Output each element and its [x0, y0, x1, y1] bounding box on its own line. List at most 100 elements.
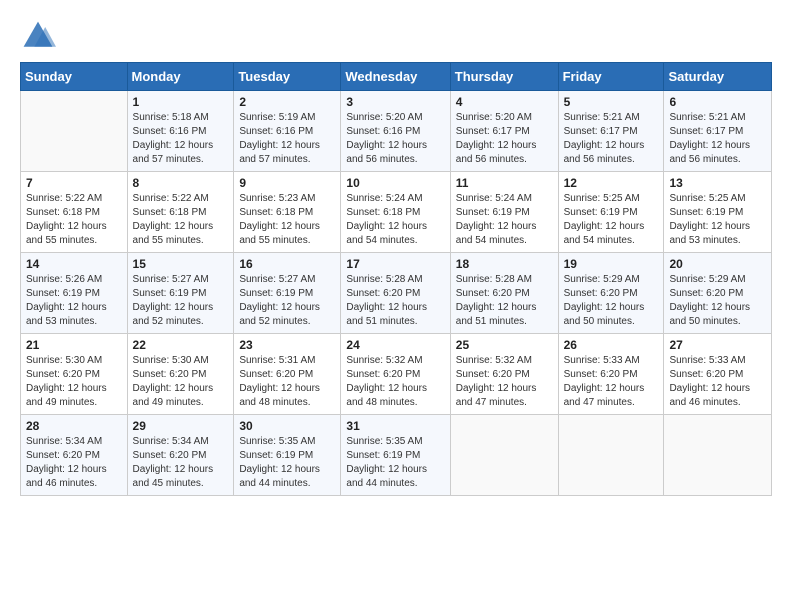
- day-number: 23: [239, 338, 335, 352]
- day-info: Sunrise: 5:29 AM Sunset: 6:20 PM Dayligh…: [669, 273, 766, 329]
- day-number: 19: [564, 257, 659, 271]
- day-cell: 16 Sunrise: 5:27 AM Sunset: 6:19 PM Dayli…: [234, 253, 341, 334]
- day-info: Sunrise: 5:22 AM Sunset: 6:18 PM Dayligh…: [26, 192, 122, 248]
- day-number: 5: [564, 95, 659, 109]
- day-number: 7: [26, 176, 122, 190]
- day-cell: 5 Sunrise: 5:21 AM Sunset: 6:17 PM Daylig…: [558, 91, 664, 172]
- day-number: 12: [564, 176, 659, 190]
- day-cell: 25 Sunrise: 5:32 AM Sunset: 6:20 PM Dayli…: [450, 334, 558, 415]
- day-info: Sunrise: 5:34 AM Sunset: 6:20 PM Dayligh…: [133, 435, 229, 491]
- week-row-2: 14Sunrise: 5:26 AM Sunset: 6:19 PM Dayli…: [21, 253, 772, 334]
- header-cell-sunday: Sunday: [21, 63, 128, 91]
- day-number: 4: [456, 95, 553, 109]
- header: [20, 18, 772, 54]
- day-info: Sunrise: 5:20 AM Sunset: 6:16 PM Dayligh…: [346, 111, 444, 167]
- day-cell: 7 Sunrise: 5:22 AM Sunset: 6:18 PM Daylig…: [21, 172, 128, 253]
- day-cell: 31 Sunrise: 5:35 AM Sunset: 6:19 PM Dayli…: [341, 415, 450, 496]
- day-info: Sunrise: 5:24 AM Sunset: 6:18 PM Dayligh…: [346, 192, 444, 248]
- day-cell: [664, 415, 772, 496]
- day-cell: 12Sunrise: 5:25 AM Sunset: 6:19 PM Dayli…: [558, 172, 664, 253]
- header-cell-saturday: Saturday: [664, 63, 772, 91]
- day-number: 11: [456, 176, 553, 190]
- day-info: Sunrise: 5:29 AM Sunset: 6:20 PM Dayligh…: [564, 273, 659, 329]
- calendar-body: 1 Sunrise: 5:18 AM Sunset: 6:16 PM Daylig…: [21, 91, 772, 496]
- week-row-4: 28 Sunrise: 5:34 AM Sunset: 6:20 PM Dayli…: [21, 415, 772, 496]
- day-cell: 28 Sunrise: 5:34 AM Sunset: 6:20 PM Dayli…: [21, 415, 128, 496]
- day-number: 2: [239, 95, 335, 109]
- day-info: Sunrise: 5:22 AM Sunset: 6:18 PM Dayligh…: [133, 192, 229, 248]
- day-info: Sunrise: 5:28 AM Sunset: 6:20 PM Dayligh…: [456, 273, 553, 329]
- day-cell: 13 Sunrise: 5:25 AM Sunset: 6:19 PM Dayli…: [664, 172, 772, 253]
- day-number: 28: [26, 419, 122, 433]
- day-info: Sunrise: 5:19 AM Sunset: 6:16 PM Dayligh…: [239, 111, 335, 167]
- day-info: Sunrise: 5:18 AM Sunset: 6:16 PM Dayligh…: [133, 111, 229, 167]
- page-container: SundayMondayTuesdayWednesdayThursdayFrid…: [0, 0, 792, 506]
- day-number: 14: [26, 257, 122, 271]
- day-cell: 20 Sunrise: 5:29 AM Sunset: 6:20 PM Dayli…: [664, 253, 772, 334]
- day-number: 3: [346, 95, 444, 109]
- day-cell: 3 Sunrise: 5:20 AM Sunset: 6:16 PM Daylig…: [341, 91, 450, 172]
- day-cell: 18 Sunrise: 5:28 AM Sunset: 6:20 PM Dayli…: [450, 253, 558, 334]
- header-cell-wednesday: Wednesday: [341, 63, 450, 91]
- day-info: Sunrise: 5:25 AM Sunset: 6:19 PM Dayligh…: [669, 192, 766, 248]
- day-cell: [21, 91, 128, 172]
- week-row-0: 1 Sunrise: 5:18 AM Sunset: 6:16 PM Daylig…: [21, 91, 772, 172]
- day-number: 21: [26, 338, 122, 352]
- day-info: Sunrise: 5:20 AM Sunset: 6:17 PM Dayligh…: [456, 111, 553, 167]
- day-number: 30: [239, 419, 335, 433]
- header-row: SundayMondayTuesdayWednesdayThursdayFrid…: [21, 63, 772, 91]
- day-info: Sunrise: 5:28 AM Sunset: 6:20 PM Dayligh…: [346, 273, 444, 329]
- day-cell: 26Sunrise: 5:33 AM Sunset: 6:20 PM Dayli…: [558, 334, 664, 415]
- day-number: 18: [456, 257, 553, 271]
- day-cell: 27 Sunrise: 5:33 AM Sunset: 6:20 PM Dayli…: [664, 334, 772, 415]
- day-info: Sunrise: 5:35 AM Sunset: 6:19 PM Dayligh…: [239, 435, 335, 491]
- day-number: 27: [669, 338, 766, 352]
- day-info: Sunrise: 5:35 AM Sunset: 6:19 PM Dayligh…: [346, 435, 444, 491]
- day-info: Sunrise: 5:32 AM Sunset: 6:20 PM Dayligh…: [346, 354, 444, 410]
- day-cell: 14Sunrise: 5:26 AM Sunset: 6:19 PM Dayli…: [21, 253, 128, 334]
- day-info: Sunrise: 5:21 AM Sunset: 6:17 PM Dayligh…: [564, 111, 659, 167]
- day-number: 6: [669, 95, 766, 109]
- day-info: Sunrise: 5:33 AM Sunset: 6:20 PM Dayligh…: [669, 354, 766, 410]
- day-number: 9: [239, 176, 335, 190]
- day-number: 25: [456, 338, 553, 352]
- day-cell: 10 Sunrise: 5:24 AM Sunset: 6:18 PM Dayli…: [341, 172, 450, 253]
- day-cell: 22 Sunrise: 5:30 AM Sunset: 6:20 PM Dayli…: [127, 334, 234, 415]
- header-cell-thursday: Thursday: [450, 63, 558, 91]
- day-number: 1: [133, 95, 229, 109]
- day-number: 22: [133, 338, 229, 352]
- header-cell-monday: Monday: [127, 63, 234, 91]
- day-cell: 30 Sunrise: 5:35 AM Sunset: 6:19 PM Dayli…: [234, 415, 341, 496]
- day-info: Sunrise: 5:33 AM Sunset: 6:20 PM Dayligh…: [564, 354, 659, 410]
- day-info: Sunrise: 5:24 AM Sunset: 6:19 PM Dayligh…: [456, 192, 553, 248]
- day-info: Sunrise: 5:21 AM Sunset: 6:17 PM Dayligh…: [669, 111, 766, 167]
- day-info: Sunrise: 5:30 AM Sunset: 6:20 PM Dayligh…: [133, 354, 229, 410]
- day-info: Sunrise: 5:27 AM Sunset: 6:19 PM Dayligh…: [239, 273, 335, 329]
- day-number: 16: [239, 257, 335, 271]
- logo: [20, 18, 58, 54]
- day-number: 31: [346, 419, 444, 433]
- day-number: 17: [346, 257, 444, 271]
- day-number: 29: [133, 419, 229, 433]
- day-cell: 8Sunrise: 5:22 AM Sunset: 6:18 PM Daylig…: [127, 172, 234, 253]
- week-row-1: 7 Sunrise: 5:22 AM Sunset: 6:18 PM Daylig…: [21, 172, 772, 253]
- day-cell: 23Sunrise: 5:31 AM Sunset: 6:20 PM Dayli…: [234, 334, 341, 415]
- day-number: 15: [133, 257, 229, 271]
- day-cell: 2 Sunrise: 5:19 AM Sunset: 6:16 PM Daylig…: [234, 91, 341, 172]
- day-number: 13: [669, 176, 766, 190]
- day-cell: 17 Sunrise: 5:28 AM Sunset: 6:20 PM Dayli…: [341, 253, 450, 334]
- day-info: Sunrise: 5:30 AM Sunset: 6:20 PM Dayligh…: [26, 354, 122, 410]
- header-cell-tuesday: Tuesday: [234, 63, 341, 91]
- day-info: Sunrise: 5:34 AM Sunset: 6:20 PM Dayligh…: [26, 435, 122, 491]
- day-cell: 19 Sunrise: 5:29 AM Sunset: 6:20 PM Dayli…: [558, 253, 664, 334]
- header-cell-friday: Friday: [558, 63, 664, 91]
- calendar-header: SundayMondayTuesdayWednesdayThursdayFrid…: [21, 63, 772, 91]
- day-cell: 4 Sunrise: 5:20 AM Sunset: 6:17 PM Daylig…: [450, 91, 558, 172]
- day-cell: 21 Sunrise: 5:30 AM Sunset: 6:20 PM Dayli…: [21, 334, 128, 415]
- day-number: 10: [346, 176, 444, 190]
- day-info: Sunrise: 5:32 AM Sunset: 6:20 PM Dayligh…: [456, 354, 553, 410]
- day-cell: 6 Sunrise: 5:21 AM Sunset: 6:17 PM Daylig…: [664, 91, 772, 172]
- day-cell: 11 Sunrise: 5:24 AM Sunset: 6:19 PM Dayli…: [450, 172, 558, 253]
- day-number: 20: [669, 257, 766, 271]
- day-number: 24: [346, 338, 444, 352]
